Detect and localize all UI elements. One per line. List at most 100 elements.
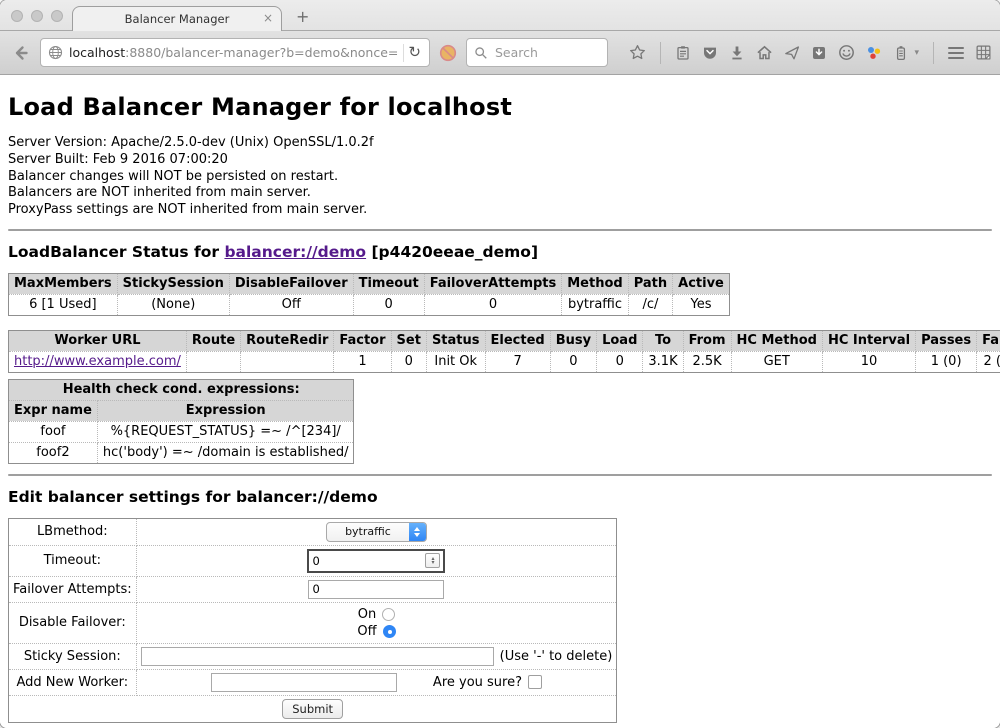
reload-icon[interactable]: ↻ [408, 45, 421, 60]
col-path: Path [628, 273, 672, 294]
form-row-submit: Submit [9, 695, 617, 722]
val-timeout: 0 [353, 294, 424, 315]
sticky-session-input[interactable] [141, 647, 494, 666]
sticky-session-label: Sticky Session: [9, 643, 137, 669]
home-icon[interactable] [756, 44, 773, 61]
battery-icon[interactable] [893, 45, 909, 61]
divider [8, 474, 992, 476]
val-expr-name: foof2 [9, 442, 98, 463]
feedback-smiley-icon[interactable] [838, 44, 855, 61]
val-path: /c/ [628, 294, 672, 315]
col-disablefailover: DisableFailover [229, 273, 353, 294]
url-text[interactable]: localhost:8880/balancer-manager?b=demo&n… [69, 45, 399, 60]
sticky-cell: (Use '-' to delete) [136, 643, 617, 669]
val-maxmembers: 6 [1 Used] [9, 294, 118, 315]
tab-title: Balancer Manager [125, 12, 230, 26]
worker-url-link[interactable]: http://www.example.com/ [14, 354, 181, 369]
confirm-checkbox[interactable] [528, 675, 542, 689]
val-hc-interval: 10 [822, 351, 915, 372]
minimize-window-button[interactable] [31, 10, 43, 22]
overflow-caret-icon[interactable]: ▾ [914, 48, 919, 58]
col-maxmembers: MaxMembers [9, 273, 118, 294]
close-window-button[interactable] [11, 10, 23, 22]
search-bar[interactable] [466, 38, 608, 67]
divider [8, 229, 992, 231]
failover-attempts-input[interactable] [308, 580, 444, 599]
val-failoverattempts: 0 [424, 294, 562, 315]
col-elected: Elected [485, 330, 550, 351]
downloads-icon[interactable] [729, 45, 745, 61]
new-tab-button[interactable]: + [296, 7, 309, 26]
timeout-cell: 0 ▴▾ [136, 545, 617, 576]
table-row: http://www.example.com/ 1 0 Init Ok 7 0 … [9, 351, 1000, 372]
col-expr-name: Expr name [9, 400, 98, 421]
pocket-icon[interactable] [702, 45, 718, 61]
val-disablefailover: Off [229, 294, 353, 315]
radio-on-row: On [141, 606, 613, 623]
disable-failover-label: Disable Failover: [9, 602, 137, 643]
val-factor: 1 [334, 351, 391, 372]
url-host: localhost [69, 45, 125, 60]
timeout-input[interactable]: 0 ▴▾ [307, 549, 445, 573]
radio-off-label: Off [357, 623, 376, 640]
balancer-demo-link[interactable]: balancer://demo [224, 243, 366, 261]
colored-dots-extension-icon[interactable] [866, 45, 882, 61]
val-hc-method: GET [731, 351, 822, 372]
toolbar-separator-2 [933, 42, 934, 64]
val-routeredir [241, 351, 334, 372]
col-expression: Expression [97, 400, 354, 421]
add-worker-input[interactable] [211, 673, 397, 692]
val-busy: 0 [550, 351, 596, 372]
lbmethod-cell: bytraffic [136, 518, 617, 545]
status-heading-suffix: [p4420eeae_demo] [366, 243, 538, 261]
lbmethod-selected-value: bytraffic [327, 523, 409, 541]
download-box-icon[interactable] [811, 45, 827, 61]
grid-icon[interactable] [975, 44, 992, 61]
tab-close-icon[interactable]: × [263, 11, 273, 25]
val-expr-name: foof [9, 421, 98, 442]
server-built-line: Server Built: Feb 9 2016 07:00:20 [8, 152, 992, 169]
table-row: 6 [1 Used] (None) Off 0 0 bytraffic /c/ … [9, 294, 730, 315]
edit-settings-heading: Edit balancer settings for balancer://de… [8, 488, 992, 506]
number-spinner-icon[interactable]: ▴▾ [425, 553, 440, 568]
lbmethod-label: LBmethod: [9, 518, 137, 545]
add-worker-cell: Are you sure? [136, 669, 617, 695]
url-bar[interactable]: localhost:8880/balancer-manager?b=demo&n… [40, 38, 430, 67]
lbmethod-select[interactable]: bytraffic [326, 522, 427, 542]
col-fails: Fails [977, 330, 1000, 351]
submit-button[interactable]: Submit [282, 699, 343, 719]
health-check-table: Health check cond. expressions: Expr nam… [8, 379, 354, 464]
sticky-session-hint: (Use '-' to delete) [500, 649, 613, 664]
search-icon [474, 46, 488, 60]
val-worker-url: http://www.example.com/ [9, 351, 187, 372]
val-expression: hc('body') =~ /domain is established/ [97, 442, 354, 463]
bookmark-star-icon[interactable] [629, 44, 646, 61]
select-arrows-icon [409, 523, 426, 541]
back-button[interactable] [8, 40, 34, 66]
globe-icon [48, 45, 63, 60]
balancers-note-line: Balancers are NOT inherited from main se… [8, 185, 992, 202]
url-separator [403, 44, 404, 62]
val-expression: %{REQUEST_STATUS} =~ /^[234]/ [97, 421, 354, 442]
browser-window: Balancer Manager × + localhost:8880/bala… [0, 0, 1000, 728]
send-tab-icon[interactable] [784, 45, 800, 61]
menu-icon[interactable] [948, 47, 964, 59]
form-row-lbmethod: LBmethod: bytraffic [9, 518, 617, 545]
table-row: foof %{REQUEST_STATUS} =~ /^[234]/ [9, 421, 354, 442]
timeout-value: 0 [309, 554, 425, 568]
col-factor: Factor [334, 330, 391, 351]
tab-balancer-manager[interactable]: Balancer Manager × [72, 6, 282, 31]
content-blocked-icon[interactable] [438, 43, 458, 63]
radio-on[interactable] [382, 608, 395, 621]
radio-off[interactable] [383, 625, 396, 638]
col-timeout: Timeout [353, 273, 424, 294]
reading-list-icon[interactable] [675, 45, 691, 61]
val-fails: 2 (0) [977, 351, 1000, 372]
status-heading: LoadBalancer Status for balancer://demo … [8, 243, 992, 261]
add-worker-label: Add New Worker: [9, 669, 137, 695]
failover-attempts-label: Failover Attempts: [9, 576, 137, 602]
zoom-window-button[interactable] [51, 10, 63, 22]
search-input[interactable] [493, 44, 592, 61]
col-failoverattempts: FailoverAttempts [424, 273, 562, 294]
submit-cell: Submit [9, 695, 617, 722]
